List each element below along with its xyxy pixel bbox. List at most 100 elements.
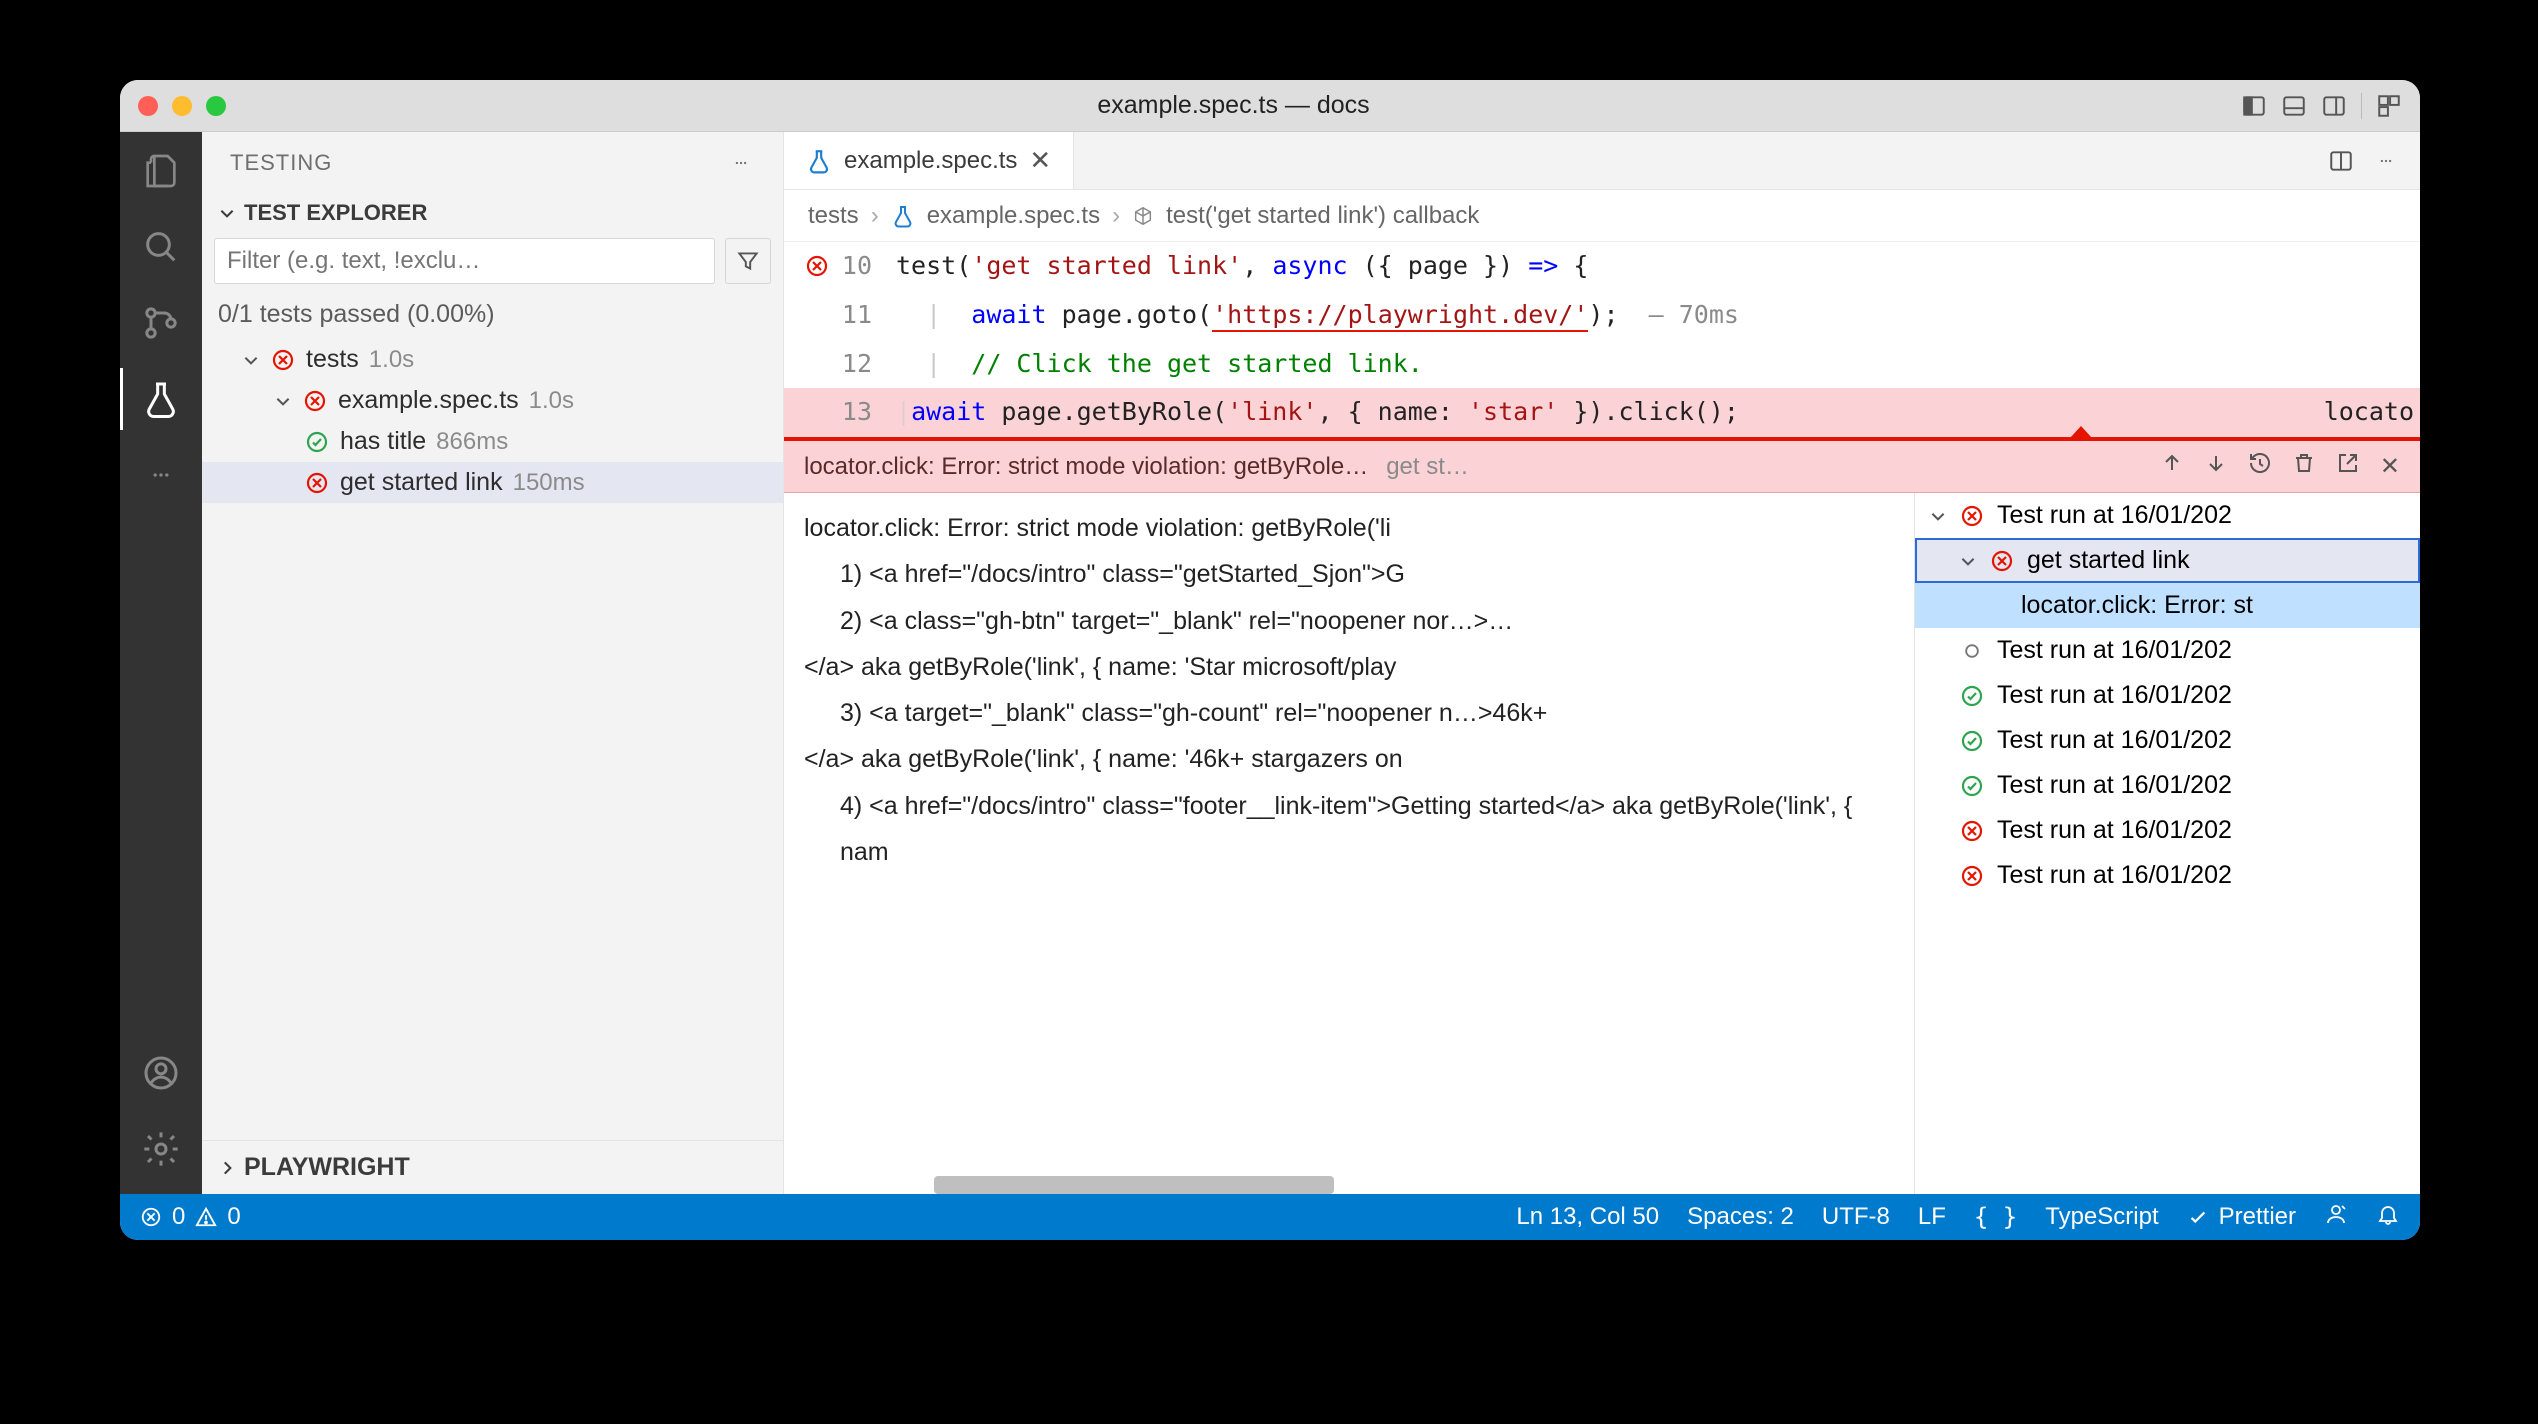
close-tab-icon[interactable]: ✕ bbox=[1029, 145, 1051, 176]
check-icon bbox=[2187, 1206, 2209, 1228]
explorer-icon[interactable] bbox=[140, 150, 182, 192]
line-number: 11 bbox=[838, 291, 890, 340]
filter-input[interactable] bbox=[214, 238, 715, 284]
peek-error-message: locator.click: Error: strict mode violat… bbox=[804, 453, 1368, 481]
inline-error-hint: locato bbox=[2324, 388, 2420, 437]
test-tree: tests 1.0s example.spec.ts 1.0s has titl… bbox=[202, 339, 783, 513]
run-row[interactable]: Test run at 16/01/202 bbox=[1915, 853, 2420, 898]
close-peek-icon[interactable]: ✕ bbox=[2380, 452, 2400, 481]
titlebar: example.spec.ts — docs bbox=[120, 80, 2420, 132]
layout-panel-icon[interactable] bbox=[2281, 93, 2307, 119]
fail-icon bbox=[1959, 503, 1985, 529]
breadcrumb-seg[interactable]: tests bbox=[808, 202, 859, 230]
tab-example-spec[interactable]: example.spec.ts ✕ bbox=[784, 132, 1074, 189]
error-line: 3) <a target="_blank" class="gh-count" r… bbox=[804, 690, 1894, 736]
run-label: Test run at 16/01/202 bbox=[1997, 501, 2232, 530]
chevron-right-icon bbox=[218, 1159, 236, 1177]
split-editor-icon[interactable] bbox=[2328, 148, 2354, 174]
chevron-down-icon bbox=[242, 351, 260, 369]
tree-row-test-has-title[interactable]: has title 866ms bbox=[202, 421, 783, 462]
testing-icon[interactable] bbox=[140, 378, 182, 420]
run-row[interactable]: Test run at 16/01/202 bbox=[1915, 673, 2420, 718]
layout-primary-sidebar-icon[interactable] bbox=[2241, 93, 2267, 119]
error-line: </a> aka getByRole('link', { name: '46k+… bbox=[804, 736, 1894, 782]
status-language[interactable]: TypeScript bbox=[2045, 1203, 2158, 1231]
history-icon[interactable] bbox=[2248, 451, 2272, 482]
run-row[interactable]: Test run at 16/01/202 bbox=[1915, 628, 2420, 673]
tree-row-test-get-started[interactable]: get started link 150ms bbox=[202, 462, 783, 503]
peek-body: locator.click: Error: strict mode violat… bbox=[784, 493, 2420, 1194]
run-row[interactable]: Test run at 16/01/202 bbox=[1915, 493, 2420, 538]
titlebar-actions bbox=[2241, 93, 2402, 119]
tree-label: tests bbox=[306, 345, 359, 374]
run-row-error[interactable]: locator.click: Error: st bbox=[1915, 583, 2420, 628]
run-label: Test run at 16/01/202 bbox=[1997, 771, 2232, 800]
run-row-selected[interactable]: get started link bbox=[1915, 538, 2420, 583]
bell-icon[interactable] bbox=[2376, 1202, 2400, 1233]
run-row[interactable]: Test run at 16/01/202 bbox=[1915, 718, 2420, 763]
tests-passed-summary: 0/1 tests passed (0.00%) bbox=[202, 290, 783, 339]
horizontal-scrollbar[interactable] bbox=[934, 1176, 1334, 1194]
tree-time: 150ms bbox=[513, 469, 585, 497]
tree-row-tests[interactable]: tests 1.0s bbox=[202, 339, 783, 380]
playwright-label: PLAYWRIGHT bbox=[244, 1153, 410, 1182]
status-problems[interactable]: 0 0 bbox=[140, 1203, 241, 1231]
fail-icon bbox=[304, 470, 330, 496]
close-window-button[interactable] bbox=[138, 96, 158, 116]
chevron-down-icon bbox=[218, 204, 236, 222]
layout-customize-icon[interactable] bbox=[2376, 93, 2402, 119]
code-line[interactable]: 12 | // Click the get started link. bbox=[784, 340, 2420, 389]
error-marker-icon bbox=[2070, 426, 2092, 438]
chevron-down-icon bbox=[274, 392, 292, 410]
status-cursor-position[interactable]: Ln 13, Col 50 bbox=[1516, 1203, 1659, 1231]
line-number: 13 bbox=[838, 388, 890, 437]
status-bar: 0 0 Ln 13, Col 50 Spaces: 2 UTF-8 LF { }… bbox=[120, 1194, 2420, 1240]
open-external-icon[interactable] bbox=[2336, 451, 2360, 482]
pass-icon bbox=[1959, 728, 1985, 754]
code-editor[interactable]: 10 test('get started link', async ({ pag… bbox=[784, 242, 2420, 437]
sidebar-more-icon[interactable] bbox=[727, 150, 755, 176]
search-icon[interactable] bbox=[140, 226, 182, 268]
prev-error-icon[interactable] bbox=[2160, 451, 2184, 482]
status-eol[interactable]: LF bbox=[1918, 1203, 1946, 1231]
breadcrumb[interactable]: tests › example.spec.ts › test('get star… bbox=[784, 190, 2420, 242]
code-line-error[interactable]: 13 | await page.getByRole('link', { name… bbox=[784, 388, 2420, 437]
warning-icon bbox=[195, 1206, 217, 1228]
run-row[interactable]: Test run at 16/01/202 bbox=[1915, 763, 2420, 808]
status-encoding[interactable]: UTF-8 bbox=[1822, 1203, 1890, 1231]
source-control-icon[interactable] bbox=[140, 302, 182, 344]
tree-row-file[interactable]: example.spec.ts 1.0s bbox=[202, 380, 783, 421]
feedback-icon[interactable] bbox=[2324, 1202, 2348, 1233]
settings-gear-icon[interactable] bbox=[140, 1128, 182, 1170]
run-row[interactable]: Test run at 16/01/202 bbox=[1915, 808, 2420, 853]
accounts-icon[interactable] bbox=[140, 1052, 182, 1094]
error-detail[interactable]: locator.click: Error: strict mode violat… bbox=[784, 493, 1914, 1194]
status-prettier[interactable]: Prettier bbox=[2187, 1203, 2296, 1231]
status-prettier-label: Prettier bbox=[2219, 1203, 2296, 1231]
run-label: locator.click: Error: st bbox=[2021, 591, 2253, 620]
more-icon[interactable] bbox=[140, 454, 182, 496]
fail-icon bbox=[270, 347, 296, 373]
gutter-fail-icon[interactable] bbox=[804, 253, 830, 279]
code-line[interactable]: 10 test('get started link', async ({ pag… bbox=[784, 242, 2420, 291]
breadcrumb-seg[interactable]: example.spec.ts bbox=[927, 202, 1100, 230]
status-braces-icon[interactable]: { } bbox=[1974, 1203, 2017, 1231]
minimize-window-button[interactable] bbox=[172, 96, 192, 116]
test-runs-panel: Test run at 16/01/202 get started link l… bbox=[1914, 493, 2420, 1194]
filter-button[interactable] bbox=[725, 238, 771, 284]
playwright-section-header[interactable]: PLAYWRIGHT bbox=[202, 1140, 783, 1194]
maximize-window-button[interactable] bbox=[206, 96, 226, 116]
editor-tabs: example.spec.ts ✕ bbox=[784, 132, 2420, 190]
next-error-icon[interactable] bbox=[2204, 451, 2228, 482]
trash-icon[interactable] bbox=[2292, 451, 2316, 482]
layout-secondary-sidebar-icon[interactable] bbox=[2321, 93, 2347, 119]
tree-label: has title bbox=[340, 427, 426, 456]
run-label: Test run at 16/01/202 bbox=[1997, 726, 2232, 755]
code-line[interactable]: 11 | await page.goto('https://playwright… bbox=[784, 291, 2420, 340]
test-explorer-header[interactable]: TEST EXPLORER bbox=[202, 194, 783, 232]
sidebar-title: TESTING bbox=[202, 132, 783, 194]
pending-icon bbox=[1959, 638, 1985, 664]
status-indent[interactable]: Spaces: 2 bbox=[1687, 1203, 1794, 1231]
more-actions-icon[interactable] bbox=[2372, 154, 2400, 168]
breadcrumb-seg[interactable]: test('get started link') callback bbox=[1166, 202, 1479, 230]
